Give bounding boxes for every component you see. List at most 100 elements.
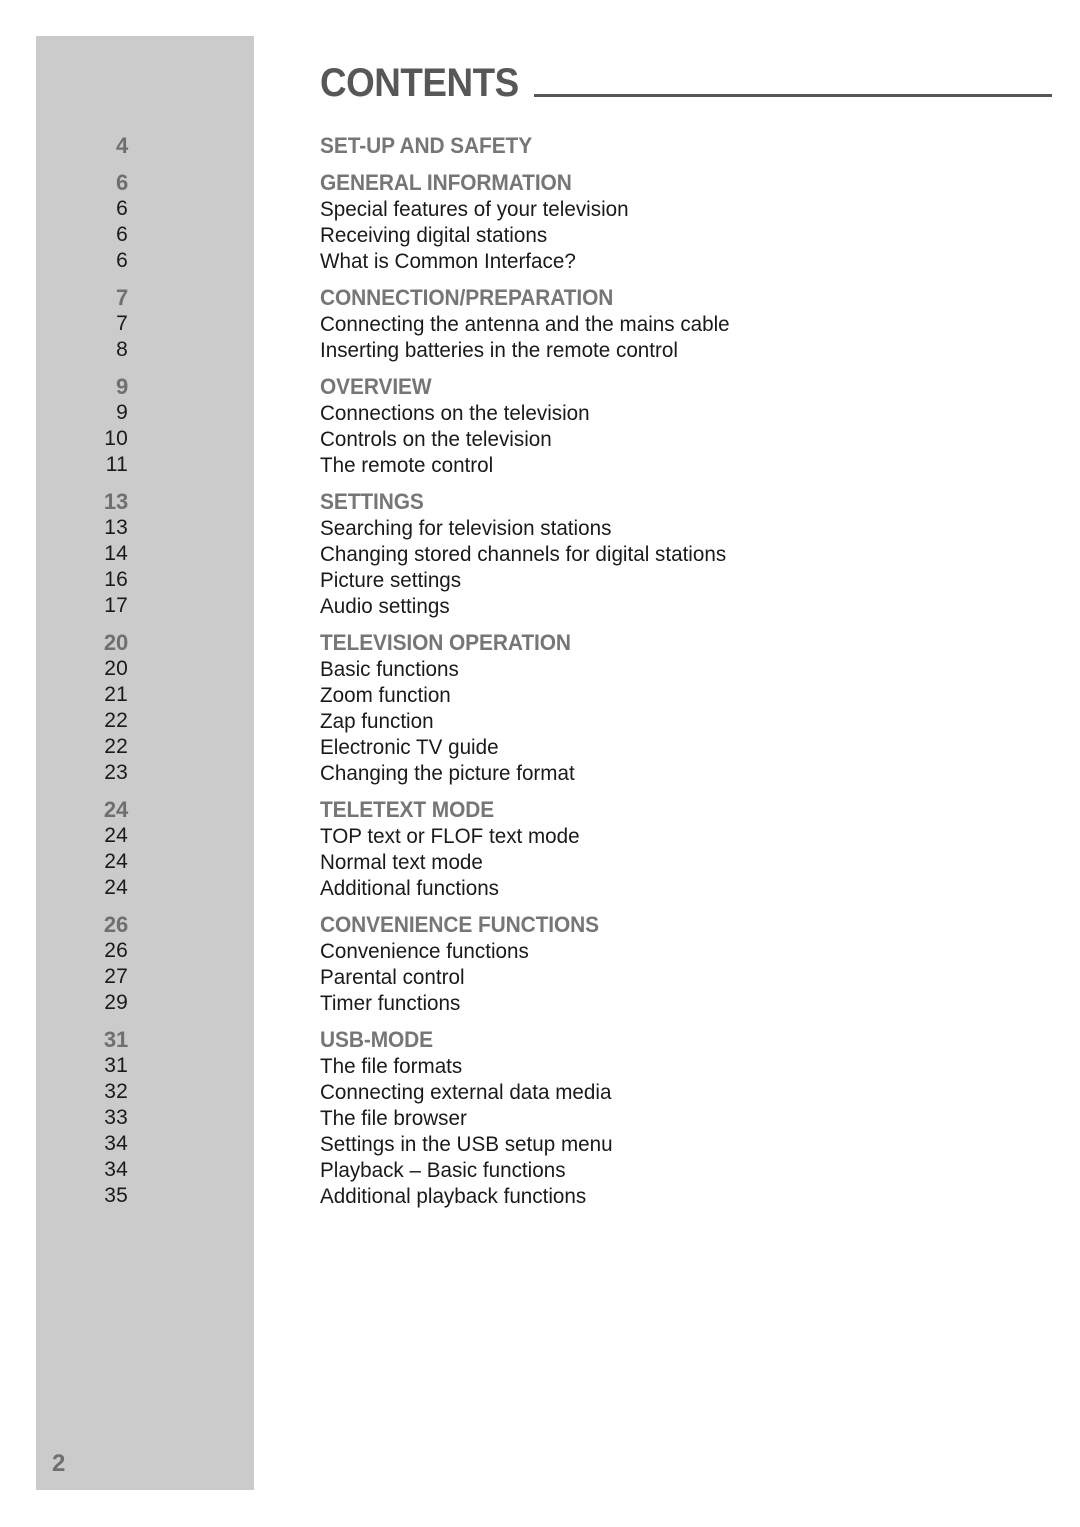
toc-entry-row[interactable]: 22 Zap function	[0, 708, 1080, 734]
toc-section-page-number: 9	[115, 374, 128, 399]
toc-entry-page-number: 7	[116, 312, 128, 335]
toc-entry-row[interactable]: 27 Parental control	[0, 964, 1080, 990]
toc-entry-row[interactable]: 26 Convenience functions	[0, 938, 1080, 964]
toc-entry-row[interactable]: 29 Timer functions	[0, 990, 1080, 1016]
toc-entry-label: Picture settings	[320, 568, 462, 592]
toc-section-row[interactable]: 9 OVERVIEW	[0, 374, 1080, 400]
toc-entry-label: Connecting the antenna and the mains cab…	[320, 312, 730, 336]
toc-entry-page-number: 8	[116, 338, 128, 361]
toc-entry-label: Controls on the television	[320, 427, 552, 451]
toc-entry-row[interactable]: 6 What is Common Interface?	[0, 248, 1080, 274]
toc-entry-page-number: 27	[104, 965, 128, 988]
toc-entry-page-number: 22	[104, 735, 128, 758]
toc-entry-page-number: 13	[104, 516, 128, 539]
toc-entry-label: Playback – Basic functions	[320, 1158, 566, 1182]
toc-section-heading: OVERVIEW	[320, 374, 432, 399]
toc-entry-label: Parental control	[320, 965, 465, 989]
toc-entry-page-number: 33	[104, 1106, 128, 1129]
toc-section-page-number: 24	[103, 797, 128, 822]
toc-entry-page-number: 10	[104, 427, 128, 450]
toc-entry-row[interactable]: 6 Receiving digital stations	[0, 222, 1080, 248]
toc-entry-row[interactable]: 32 Connecting external data media	[0, 1079, 1080, 1105]
toc-section-row[interactable]: 20 TELEVISION OPERATION	[0, 630, 1080, 656]
toc-entry-page-number: 34	[104, 1132, 128, 1155]
toc-entry-label: Zoom function	[320, 683, 451, 707]
toc-entry-row[interactable]: 14 Changing stored channels for digital s…	[0, 541, 1080, 567]
toc-entry-label: Basic functions	[320, 657, 459, 681]
toc-entry-row[interactable]: 21 Zoom function	[0, 682, 1080, 708]
page-number-folio: 2	[52, 1450, 66, 1477]
toc-entry-page-number: 26	[104, 939, 128, 962]
toc-entry-page-number: 14	[104, 542, 128, 565]
toc-entry-row[interactable]: 34 Playback – Basic functions	[0, 1157, 1080, 1183]
toc-entry-page-number: 11	[105, 453, 128, 476]
toc-section-page-number: 7	[115, 285, 128, 310]
toc-entry-page-number: 6	[116, 249, 128, 272]
page-title-block: CONTENTS	[320, 54, 1052, 103]
toc-entry-row[interactable]: 24 Additional functions	[0, 875, 1080, 901]
toc-entry-page-number: 20	[104, 657, 128, 680]
toc-entry-row[interactable]: 17 Audio settings	[0, 593, 1080, 619]
toc-entry-row[interactable]: 31 The file formats	[0, 1053, 1080, 1079]
toc-entry-label: Electronic TV guide	[320, 735, 499, 759]
toc-entry-page-number: 24	[104, 824, 128, 847]
toc-section-page-number: 31	[103, 1027, 128, 1052]
toc-section-row[interactable]: 31 USB-MODE	[0, 1027, 1080, 1053]
toc-entry-label: The file formats	[320, 1054, 463, 1078]
toc-entry-row[interactable]: 24 Normal text mode	[0, 849, 1080, 875]
toc-section-row[interactable]: 7 CONNECTION/PREPARATION	[0, 285, 1080, 311]
toc-entry-page-number: 9	[116, 401, 128, 424]
toc-entry-row[interactable]: 7 Connecting the antenna and the mains ca…	[0, 311, 1080, 337]
toc-entry-row[interactable]: 22 Electronic TV guide	[0, 734, 1080, 760]
toc-section-row[interactable]: 4 SET-UP AND SAFETY	[0, 133, 1080, 159]
toc-entry-row[interactable]: 11 The remote control	[0, 452, 1080, 478]
toc-entry-row[interactable]: 33 The file browser	[0, 1105, 1080, 1131]
toc-section-heading: USB-MODE	[320, 1027, 434, 1052]
toc-section-heading: SETTINGS	[320, 489, 424, 514]
toc-entry-row[interactable]: 8 Inserting batteries in the remote contr…	[0, 337, 1080, 363]
toc-entry-page-number: 24	[104, 850, 128, 873]
toc-entry-label: What is Common Interface?	[320, 249, 576, 273]
toc-entry-row[interactable]: 34 Settings in the USB setup menu	[0, 1131, 1080, 1157]
toc-entry-row[interactable]: 23 Changing the picture format	[0, 760, 1080, 786]
toc-section-row[interactable]: 24 TELETEXT MODE	[0, 797, 1080, 823]
toc-entry-label: Searching for television stations	[320, 516, 612, 540]
toc-entry-page-number: 22	[104, 709, 128, 732]
toc-entry-row[interactable]: 10 Controls on the television	[0, 426, 1080, 452]
toc-entry-label: Settings in the USB setup menu	[320, 1132, 613, 1156]
toc-entry-page-number: 17	[104, 594, 128, 617]
toc-section-row[interactable]: 26 CONVENIENCE FUNCTIONS	[0, 912, 1080, 938]
toc-entry-label: Normal text mode	[320, 850, 483, 874]
toc-section-heading: CONNECTION/PREPARATION	[320, 285, 614, 310]
toc-entry-page-number: 34	[104, 1158, 128, 1181]
toc-entry-page-number: 24	[104, 876, 128, 899]
toc-entry-label: Changing stored channels for digital sta…	[320, 542, 727, 566]
toc-entry-row[interactable]: 6 Special features of your television	[0, 196, 1080, 222]
toc-section-heading: SET-UP AND SAFETY	[320, 133, 533, 158]
toc-list: 4 SET-UP AND SAFETY 6 GENERAL INFORMATION 6 S…	[0, 133, 1080, 1209]
toc-entry-page-number: 29	[104, 991, 128, 1014]
toc-section-row[interactable]: 13 SETTINGS	[0, 489, 1080, 515]
toc-entry-row[interactable]: 24 TOP text or FLOF text mode	[0, 823, 1080, 849]
toc-section-page-number: 20	[103, 630, 128, 655]
toc-entry-label: Receiving digital stations	[320, 223, 548, 247]
toc-entry-page-number: 23	[104, 761, 128, 784]
toc-entry-label: TOP text or FLOF text mode	[320, 824, 580, 848]
toc-entry-label: Inserting batteries in the remote contro…	[320, 338, 678, 362]
toc-entry-row[interactable]: 13 Searching for television stations	[0, 515, 1080, 541]
toc-entry-label: Zap function	[320, 709, 434, 733]
toc-entry-row[interactable]: 20 Basic functions	[0, 656, 1080, 682]
toc-page: 2 CONTENTS 4 SET-UP AND SAFETY 6 GENERAL IN…	[0, 0, 1080, 1527]
toc-entry-label: Convenience functions	[320, 939, 529, 963]
toc-entry-page-number: 6	[116, 223, 128, 246]
toc-entry-row[interactable]: 35 Additional playback functions	[0, 1183, 1080, 1209]
toc-entry-label: The remote control	[320, 453, 494, 477]
toc-entry-label: The file browser	[320, 1106, 467, 1130]
toc-section-page-number: 26	[103, 912, 128, 937]
toc-section-row[interactable]: 6 GENERAL INFORMATION	[0, 170, 1080, 196]
toc-entry-page-number: 31	[104, 1054, 128, 1077]
toc-entry-row[interactable]: 9 Connections on the television	[0, 400, 1080, 426]
toc-entry-row[interactable]: 16 Picture settings	[0, 567, 1080, 593]
toc-entry-label: Connections on the television	[320, 401, 590, 425]
toc-entry-label: Changing the picture format	[320, 761, 575, 785]
